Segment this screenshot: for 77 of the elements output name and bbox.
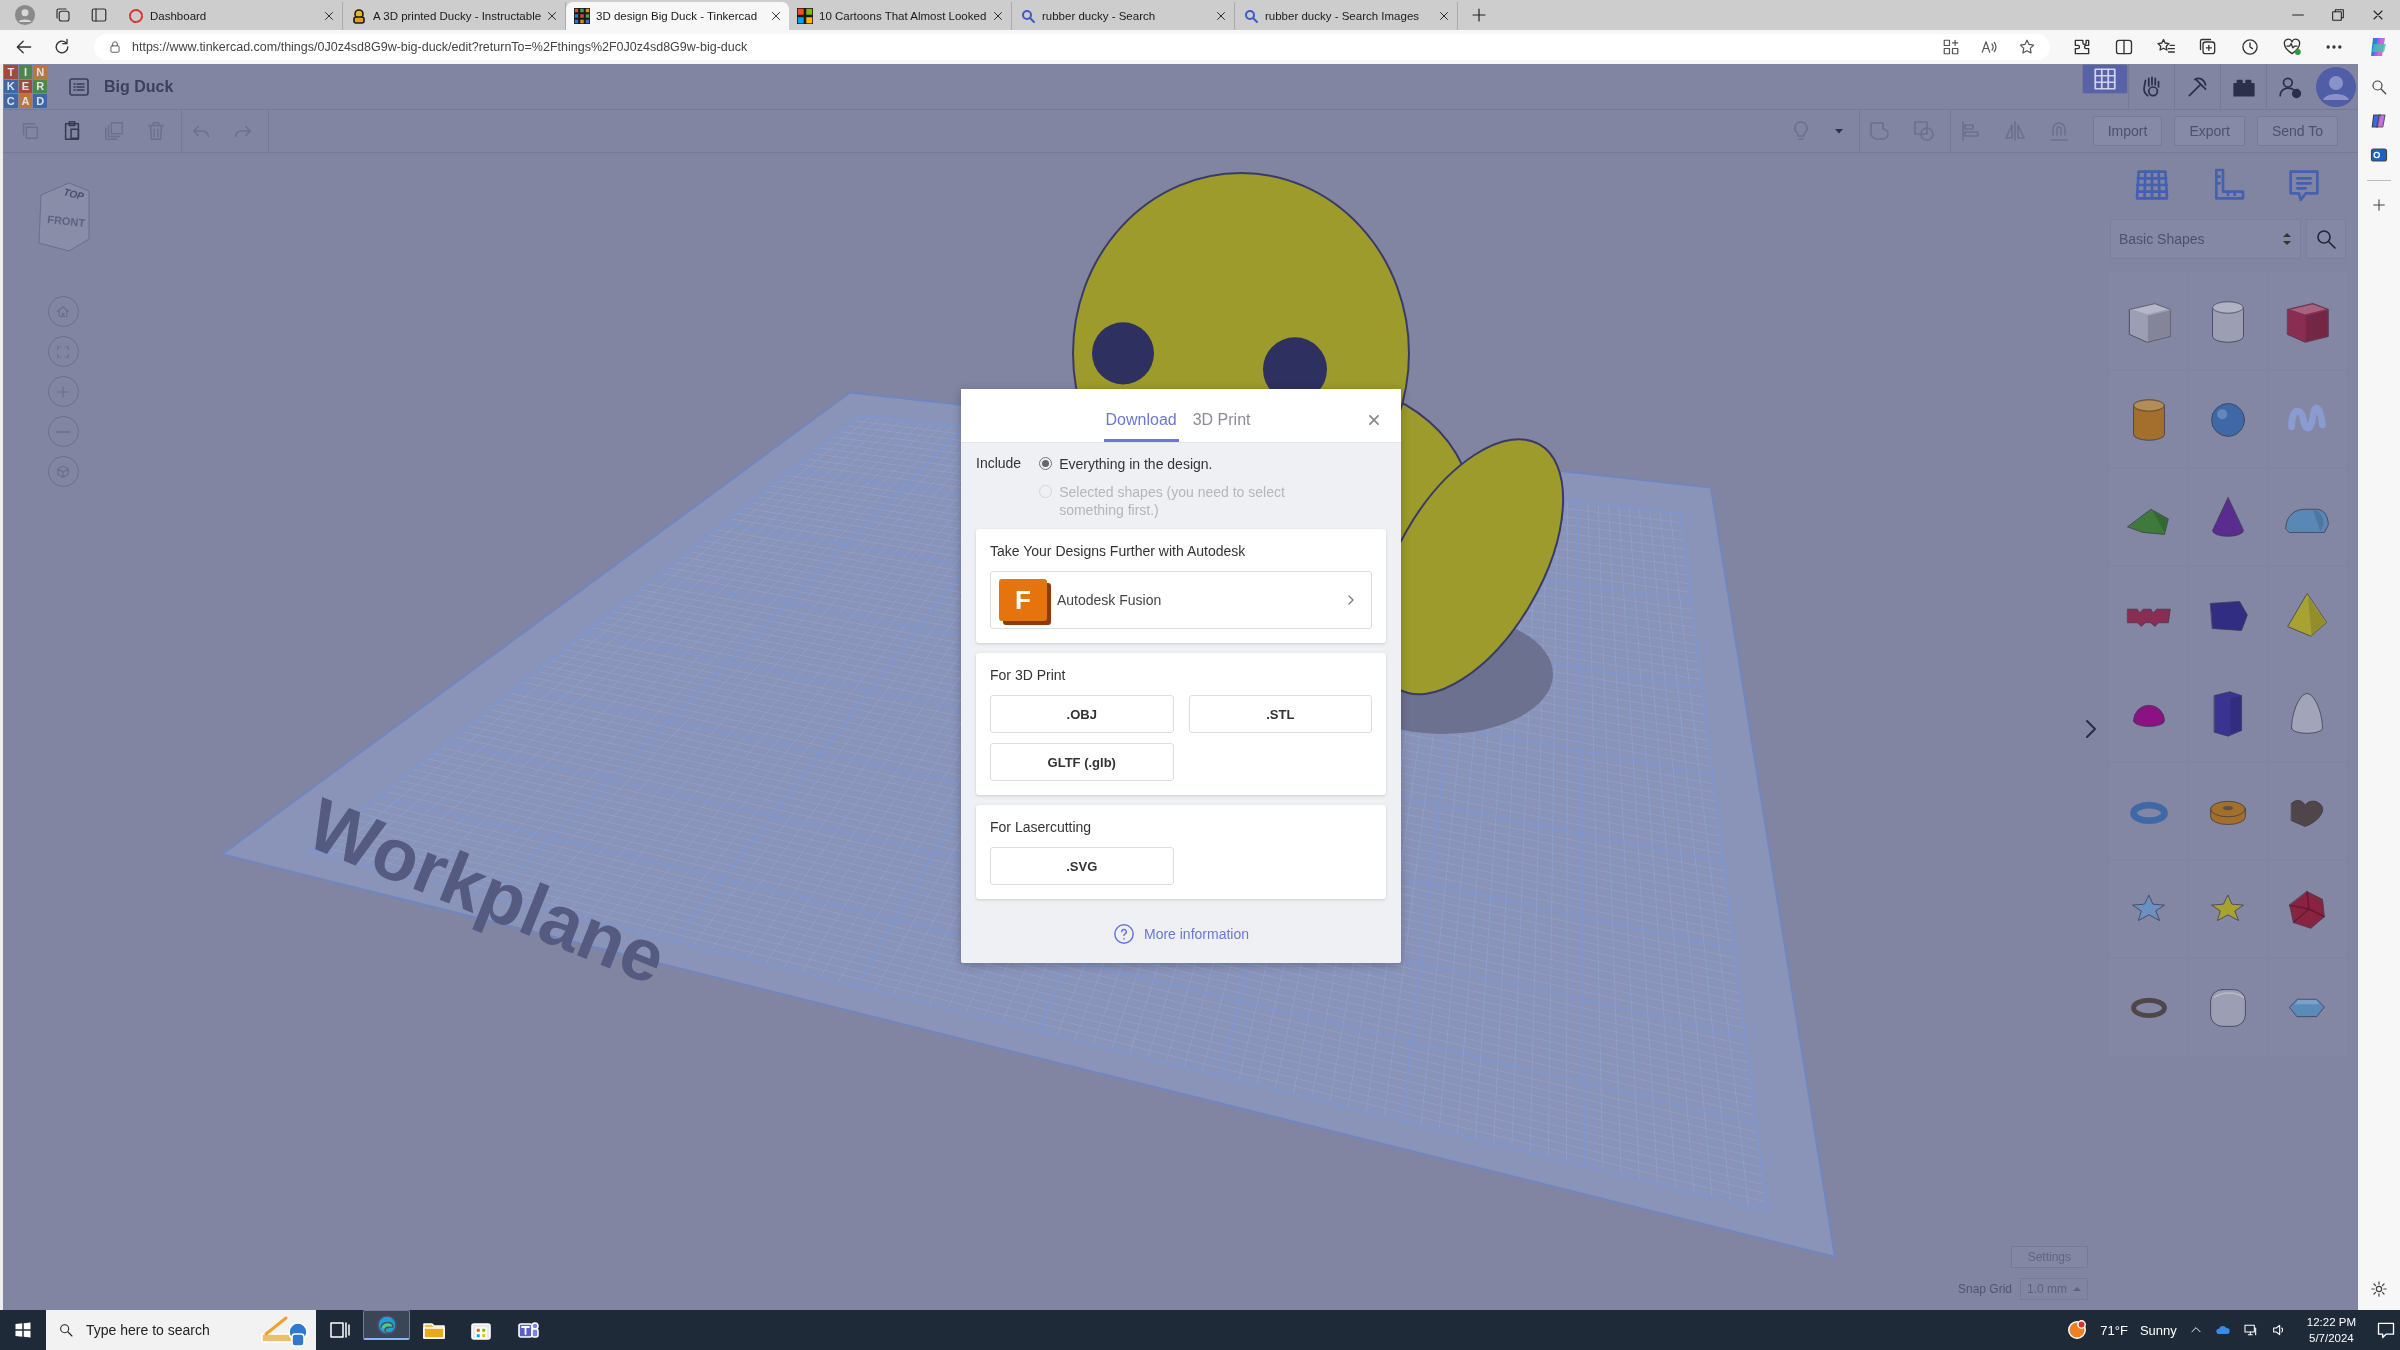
search-icon bbox=[2314, 227, 2338, 251]
taskbar-search-field[interactable]: Type here to search bbox=[46, 1310, 316, 1350]
radio-label: Selected shapes (you need to select something first.) bbox=[1059, 483, 1286, 519]
tab-actions-icon[interactable] bbox=[90, 6, 108, 24]
figure-icon bbox=[351, 8, 367, 24]
format-button[interactable]: .SVG bbox=[990, 847, 1174, 885]
logo-tile: C bbox=[4, 94, 18, 108]
format-button[interactable]: .OBJ bbox=[990, 695, 1174, 733]
extensions-icon[interactable] bbox=[2072, 37, 2092, 57]
design-title: Big Duck bbox=[104, 77, 174, 96]
favorite-star-icon[interactable] bbox=[2018, 38, 2036, 56]
section-title: Take Your Designs Further with Autodesk bbox=[990, 543, 1247, 559]
expand-panel-icon[interactable] bbox=[2084, 718, 2098, 740]
logo-tile: I bbox=[18, 65, 33, 79]
settings-icon[interactable] bbox=[2370, 1280, 2388, 1298]
close-icon[interactable] bbox=[545, 9, 559, 23]
help-icon[interactable] bbox=[1112, 923, 1135, 945]
section-title: For 3D Print bbox=[990, 667, 1067, 683]
sort-arrows-icon bbox=[2282, 231, 2292, 247]
more-information-link[interactable]: More information bbox=[1143, 926, 1249, 942]
search-icon bbox=[1020, 8, 1036, 24]
mail-icon[interactable] bbox=[2370, 146, 2388, 164]
format-button[interactable]: .STL bbox=[1188, 695, 1372, 733]
network-icon[interactable] bbox=[2242, 1322, 2259, 1338]
app-available-icon[interactable] bbox=[1942, 38, 1960, 56]
view-cube[interactable] bbox=[38, 182, 90, 252]
grid-icon bbox=[2092, 65, 2118, 92]
browser-icon bbox=[374, 1312, 399, 1337]
close-icon[interactable] bbox=[769, 9, 783, 23]
clock[interactable]: 12:22 PM 5/7/2024 bbox=[2298, 1314, 2364, 1346]
notifications-icon[interactable] bbox=[2376, 1320, 2396, 1340]
close-icon[interactable] bbox=[322, 9, 336, 23]
dialog-tab[interactable]: Download bbox=[1103, 389, 1179, 442]
address-field[interactable]: https://www.tinkercad.com/things/0J0z4sd8G9w-big-duck/edit?returnTo=%2Fthings%2F0J0z4sd8G9w-big-duck bbox=[94, 34, 2050, 60]
logo-tile: A bbox=[18, 94, 33, 108]
weather-condition-text: Sunny bbox=[2139, 1322, 2177, 1338]
search-icon[interactable] bbox=[2370, 78, 2388, 96]
format-button[interactable]: GLTF (.glb) bbox=[990, 743, 1174, 781]
cube-face-label: TOP bbox=[62, 186, 85, 202]
logo-tile: K bbox=[4, 79, 18, 94]
split-screen-icon[interactable] bbox=[2114, 37, 2134, 57]
lock-icon bbox=[108, 40, 122, 54]
logo-tile: T bbox=[4, 65, 18, 79]
read-aloud-icon[interactable] bbox=[1980, 38, 1998, 56]
temperature-text: 71°F bbox=[2100, 1322, 2128, 1338]
search-field[interactable]: Type here to search bbox=[84, 1321, 248, 1339]
radio-label: Everything in the design. bbox=[1059, 455, 1213, 473]
grid-button[interactable] bbox=[2082, 63, 2128, 94]
include-label: Include bbox=[976, 455, 1022, 473]
weather-icon bbox=[2066, 1319, 2089, 1341]
profile-icon[interactable] bbox=[14, 4, 36, 26]
search-icon bbox=[1243, 8, 1259, 24]
add-icon[interactable] bbox=[2371, 197, 2387, 213]
new-tab-icon[interactable] bbox=[1470, 6, 1488, 24]
close-icon[interactable] bbox=[991, 9, 1005, 23]
collections-icon[interactable] bbox=[2198, 37, 2218, 57]
search-button[interactable] bbox=[2306, 219, 2346, 259]
logo-tile: R bbox=[33, 79, 47, 94]
section-title: For Lasercutting bbox=[990, 819, 1093, 835]
start-icon[interactable] bbox=[14, 1321, 32, 1339]
close-icon[interactable] bbox=[1214, 9, 1228, 23]
restore-icon[interactable] bbox=[2330, 7, 2346, 23]
collections-icon[interactable] bbox=[54, 6, 72, 24]
logo-tile: N bbox=[33, 65, 47, 79]
history-icon[interactable] bbox=[2240, 37, 2260, 57]
tiles-icon bbox=[574, 8, 590, 24]
browser-tab[interactable]: 3D design Big Duck - Tinkercad bbox=[566, 2, 789, 30]
performance-icon[interactable] bbox=[2282, 37, 2302, 57]
fusion-link[interactable]: F Autodesk Fusion bbox=[990, 571, 1372, 629]
close-icon[interactable] bbox=[1437, 9, 1451, 23]
logo-tile: D bbox=[33, 94, 47, 108]
squares-icon bbox=[797, 8, 813, 24]
logo-tile: E bbox=[18, 79, 33, 94]
ring-icon bbox=[128, 8, 144, 24]
browser-button[interactable] bbox=[363, 1310, 410, 1340]
search-icon bbox=[58, 1322, 74, 1338]
copilot-icon[interactable] bbox=[2370, 112, 2388, 130]
